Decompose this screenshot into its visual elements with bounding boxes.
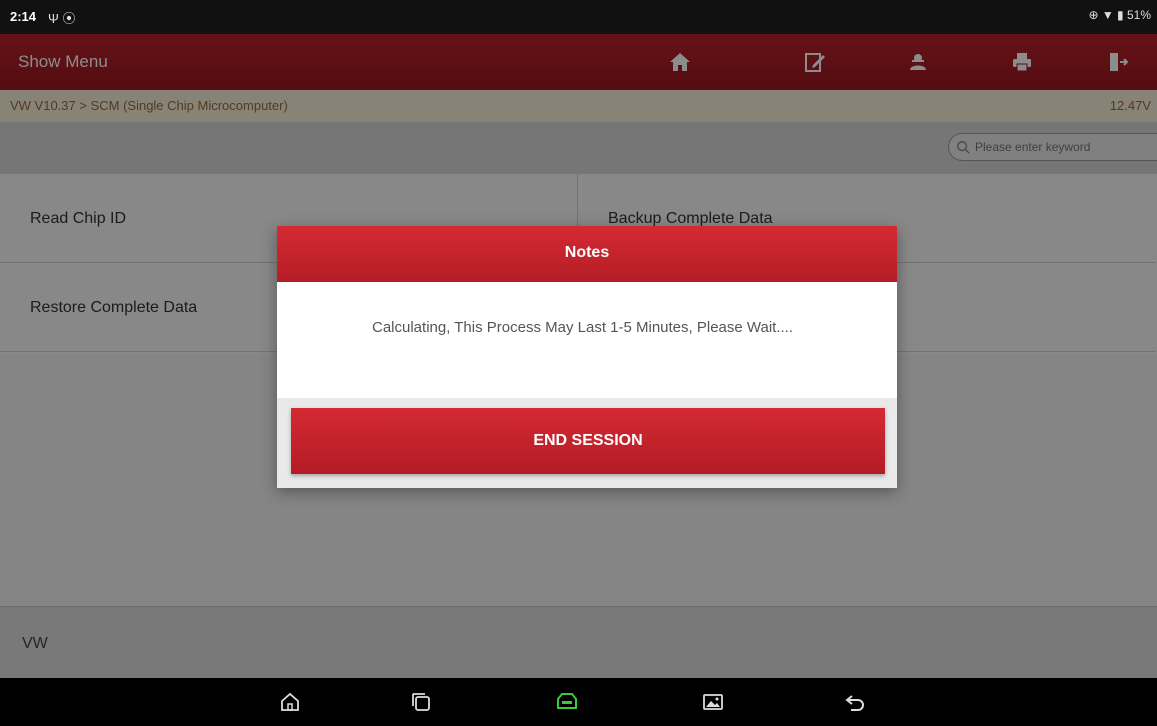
recents-icon[interactable]	[406, 688, 436, 716]
status-bar: 2:14 Ψ ⦿ ⊕ ▼ ▮ 51%	[0, 0, 1157, 34]
dialog-footer: END SESSION	[277, 398, 897, 488]
android-nav-bar	[0, 678, 1157, 726]
dialog-message: Calculating, This Process May Last 1-5 M…	[372, 319, 794, 336]
dialog-title: Notes	[564, 244, 610, 261]
screenshot-icon[interactable]	[698, 688, 728, 716]
status-notification-icons: Ψ ⦿	[48, 11, 76, 26]
status-time: 2:14	[10, 9, 37, 24]
notes-dialog: Notes Calculating, This Process May Last…	[277, 226, 897, 488]
status-system-icons: ⊕ ▼ ▮ 51%	[1088, 8, 1151, 22]
dialog-body: Calculating, This Process May Last 1-5 M…	[277, 282, 897, 398]
back-icon[interactable]	[840, 688, 870, 716]
dialog-header: Notes	[277, 226, 897, 282]
home-nav-icon[interactable]	[275, 688, 305, 716]
vci-icon[interactable]	[552, 688, 582, 716]
end-session-button[interactable]: END SESSION	[291, 408, 885, 474]
